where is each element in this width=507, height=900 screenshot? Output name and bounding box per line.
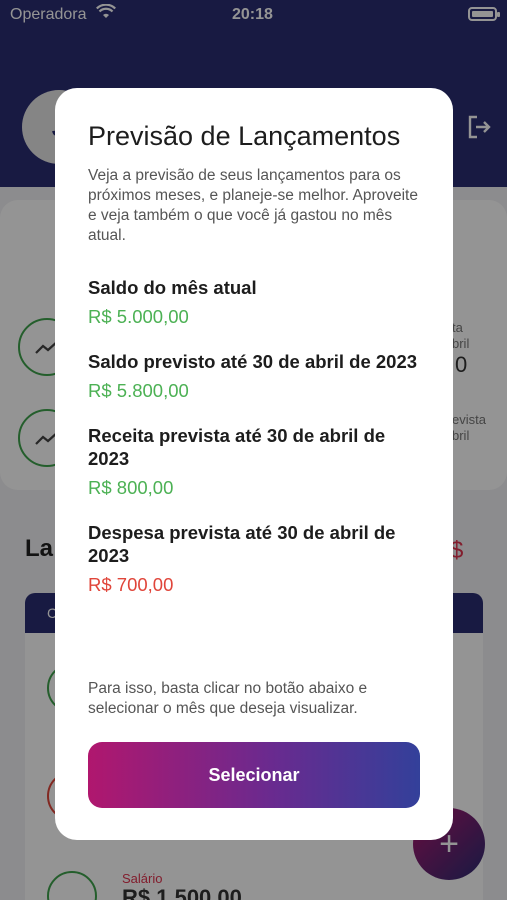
modal-footer-note: Para isso, basta clicar no botão abaixo … — [88, 680, 368, 717]
forecast-modal: Previsão de Lançamentos Veja a previsão … — [55, 88, 453, 840]
select-month-button[interactable]: Selecionar — [88, 742, 420, 808]
forecast-item: Despesa prevista até 30 de abril de 2023… — [88, 521, 420, 596]
forecast-item-label: Saldo previsto até 30 de abril de 2023 — [88, 351, 418, 372]
forecast-item: Saldo previsto até 30 de abril de 2023 R… — [88, 350, 420, 402]
forecast-item-label: Saldo do mês atual — [88, 277, 257, 298]
forecast-item-value: R$ 5.800,00 — [88, 380, 189, 401]
modal-intro: Veja a previsão de seus lançamentos para… — [88, 167, 418, 244]
forecast-item-label: Despesa prevista até 30 de abril de 2023 — [88, 522, 396, 566]
forecast-item-value: R$ 5.000,00 — [88, 306, 189, 327]
forecast-item-label: Receita prevista até 30 de abril de 2023 — [88, 425, 386, 469]
forecast-item-value: R$ 700,00 — [88, 574, 174, 595]
modal-title: Previsão de Lançamentos — [88, 121, 401, 151]
forecast-item: Receita prevista até 30 de abril de 2023… — [88, 424, 420, 499]
forecast-item: Saldo do mês atual R$ 5.000,00 — [88, 276, 420, 328]
forecast-item-value: R$ 800,00 — [88, 477, 174, 498]
